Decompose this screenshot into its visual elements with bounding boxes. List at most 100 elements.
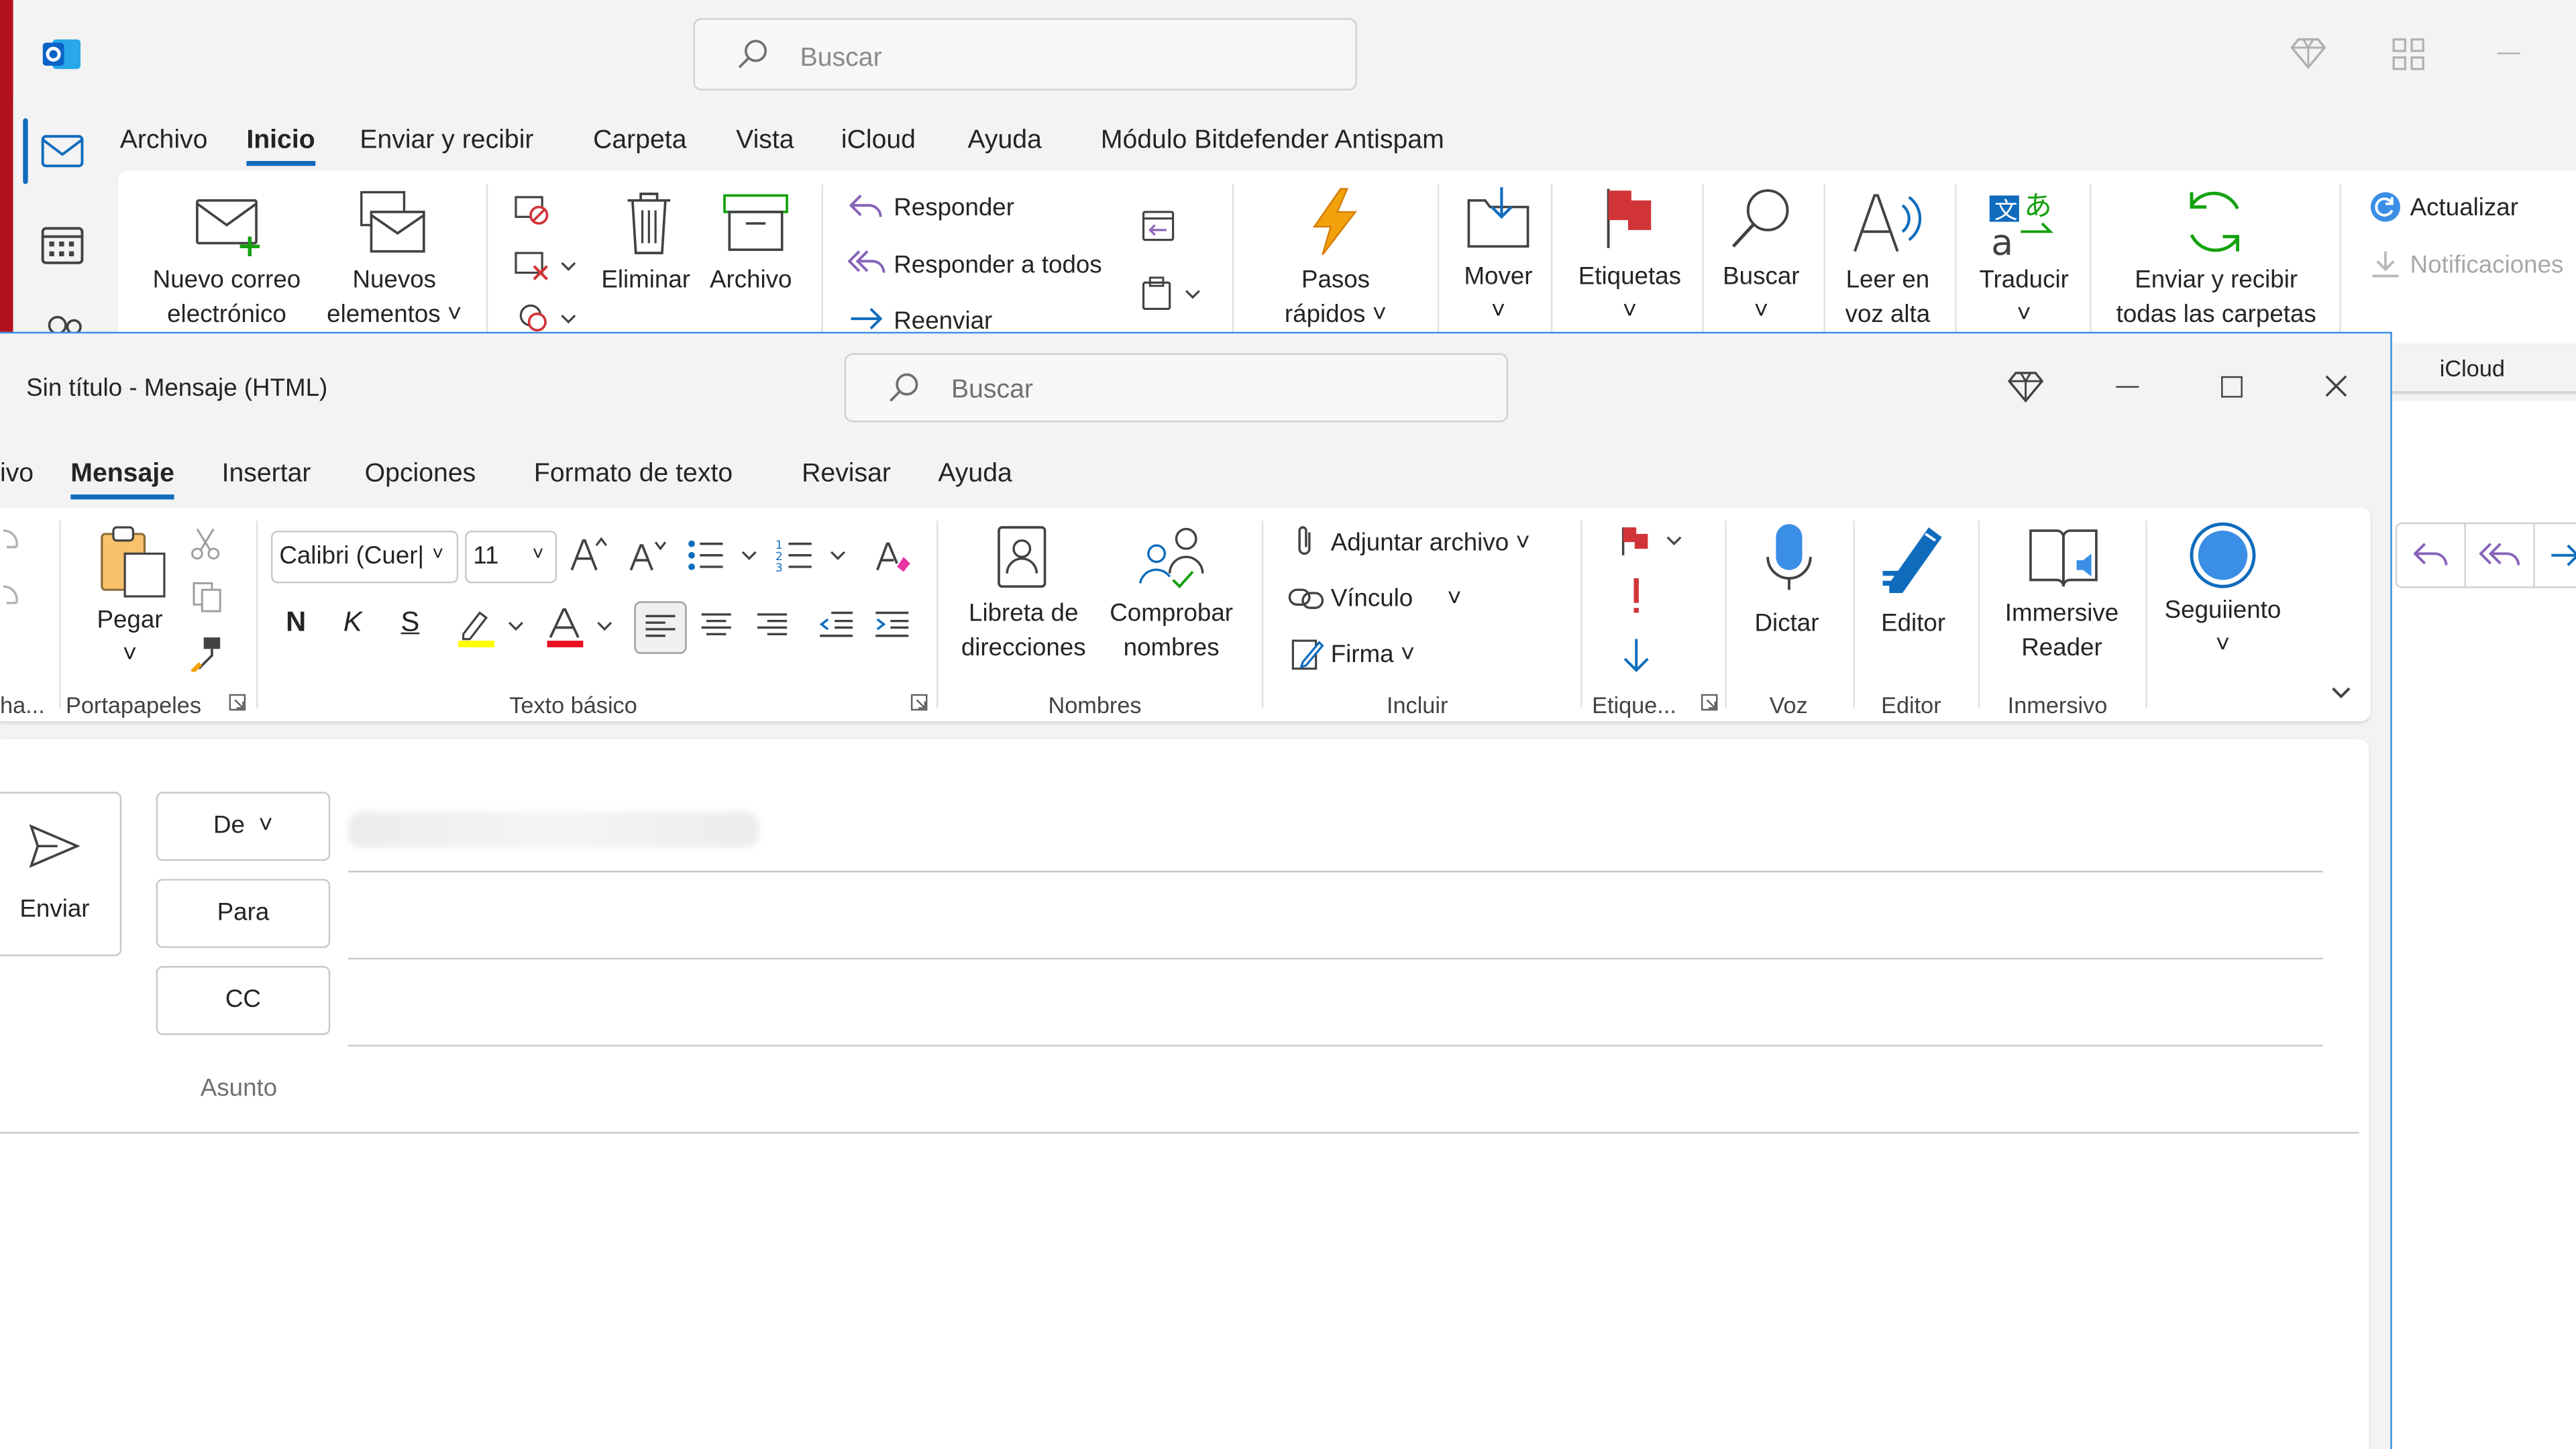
move-button[interactable]: Mover ˅ [1446,260,1551,329]
close-icon[interactable] [2323,373,2349,399]
tab-formato-texto[interactable]: Formato de texto [534,458,733,491]
read-aloud-icon[interactable] [1850,189,1926,255]
microphone-icon[interactable] [1761,521,1817,593]
undo-icon[interactable] [0,524,23,623]
tab-inicio[interactable]: Inicio [246,125,315,166]
check-names-button[interactable]: Comprobar nombres [1097,596,1245,665]
tab-insertar[interactable]: Insertar [222,458,311,491]
new-email-button[interactable]: Nuevo correo electrónico [145,263,309,332]
send-button[interactable]: Enviar [0,792,122,957]
reply-all-button[interactable]: Responder a todos [894,248,1102,282]
signature-button[interactable]: Firma ˅ [1331,637,1415,672]
paste-icon[interactable] [99,524,168,600]
read-aloud-button[interactable]: Leer en voz alta [1827,263,1948,332]
check-names-icon[interactable] [1137,524,1210,590]
tab-opciones[interactable]: Opciones [365,458,476,491]
increase-indent-icon[interactable] [874,610,910,639]
meeting-reply-icon[interactable] [1140,207,1177,244]
bold-button[interactable]: N [286,606,306,639]
immersive-reader-button[interactable]: Immersive Reader [1984,596,2139,665]
font-color-icon[interactable] [545,606,618,649]
minimize-icon[interactable] [2116,386,2139,388]
paste-button[interactable]: Pegar ˅ [85,603,174,672]
address-book-icon[interactable] [996,524,1048,590]
align-left-button[interactable] [634,601,687,654]
align-center-icon[interactable] [700,612,733,639]
premium-diamond-icon[interactable] [2007,370,2044,403]
translate-icon[interactable]: 文あa [1988,186,2057,258]
highlight-icon[interactable] [457,606,529,649]
flag-icon[interactable] [1603,186,1656,252]
message-body[interactable] [0,1137,2366,1449]
new-email-icon[interactable] [194,194,266,260]
attach-file-button[interactable]: Adjuntar archivo ˅ [1331,526,1530,560]
address-book-button[interactable]: Libreta de direcciones [953,596,1094,665]
reply-button[interactable]: Responder [894,191,1014,225]
link-button[interactable]: Vínculo ˅ [1331,582,1462,616]
reading-reply-button[interactable] [2395,522,2468,588]
tab-ayuda[interactable]: Ayuda [967,125,1041,158]
new-items-icon[interactable] [358,189,427,258]
to-button[interactable]: Para [156,879,331,949]
maximize-icon[interactable] [2221,376,2243,398]
tab-bitdefender[interactable]: Módulo Bitdefender Antispam [1101,125,1444,158]
copy-icon[interactable] [191,580,223,612]
format-painter-icon[interactable] [187,636,223,672]
reading-forward-button[interactable] [2533,522,2576,588]
search-button[interactable]: Buscar ˅ [1709,260,1814,329]
tags-button[interactable]: Etiquetas ˅ [1564,260,1695,329]
magnifier-icon[interactable] [1728,186,1794,252]
follow-up-button[interactable]: Seguiiento ˅ [2149,593,2296,662]
calendar-icon[interactable] [41,225,84,265]
tab-mensaje[interactable]: Mensaje [70,458,174,500]
archive-button[interactable]: Archivo [710,263,792,297]
high-importance-icon[interactable] [1629,577,1643,616]
cleanup-icon[interactable] [515,250,580,282]
shrink-font-icon[interactable] [628,537,667,574]
tab-icloud[interactable]: iCloud [841,125,916,158]
editor-button[interactable]: Editor [1881,606,1945,641]
notifications-button[interactable]: Notificaciones [2410,248,2564,282]
from-button[interactable]: De ˅ [156,792,331,861]
cut-icon[interactable] [191,527,220,560]
tab-carpeta[interactable]: Carpeta [593,125,686,158]
tab-vista[interactable]: Vista [736,125,794,158]
dialog-launcher-icon[interactable] [228,693,246,711]
cc-button[interactable]: CC [156,966,331,1035]
decrease-indent-icon[interactable] [818,610,855,639]
subject-input[interactable] [348,1061,2323,1120]
archive-icon[interactable] [723,194,789,253]
ignore-icon[interactable] [515,194,551,227]
tab-archivo[interactable]: Archivo [120,125,208,158]
follow-up-circle-icon[interactable] [2188,521,2257,590]
bullets-icon[interactable] [687,537,763,574]
dialog-launcher-icon[interactable] [1701,693,1719,711]
premium-diamond-icon[interactable] [2290,36,2326,69]
quick-steps-icon[interactable] [1307,187,1360,256]
mail-icon[interactable] [41,135,84,168]
move-icon[interactable] [1466,184,1532,250]
reading-reply-all-button[interactable] [2464,522,2537,588]
editor-pen-icon[interactable] [1880,521,1952,594]
new-items-button[interactable]: Nuevos elementos ˅ [315,263,473,332]
clear-formatting-icon[interactable] [874,537,914,574]
main-minimize-icon[interactable] [2497,52,2520,54]
delete-button[interactable]: Eliminar [601,263,690,297]
align-right-icon[interactable] [756,612,789,639]
font-name-select[interactable]: Calibri (Cuer| ˅ [271,531,459,584]
underline-button[interactable]: S [401,606,420,639]
tab-ayuda[interactable]: Ayuda [938,458,1012,491]
compose-search-box[interactable]: Buscar [844,353,1509,423]
immersive-reader-icon[interactable] [2027,524,2100,590]
translate-button[interactable]: Traducir ˅ [1965,263,2083,332]
dialog-launcher-icon[interactable] [910,693,928,711]
quick-steps-button[interactable]: Pasos rápidos ˅ [1262,263,1409,332]
follow-up-flag-icon[interactable] [1620,524,1686,557]
send-receive-all-button[interactable]: Enviar y recibir todas las carpetas [2103,263,2330,332]
low-importance-icon[interactable] [1620,636,1653,676]
ribbon-collapse-chevron-icon[interactable] [2330,685,2353,701]
font-size-select[interactable]: 11 ˅ [465,531,557,584]
delete-icon[interactable] [625,191,674,256]
tab-enviar-recibir[interactable]: Enviar y recibir [360,125,533,158]
junk-icon[interactable] [515,303,580,332]
